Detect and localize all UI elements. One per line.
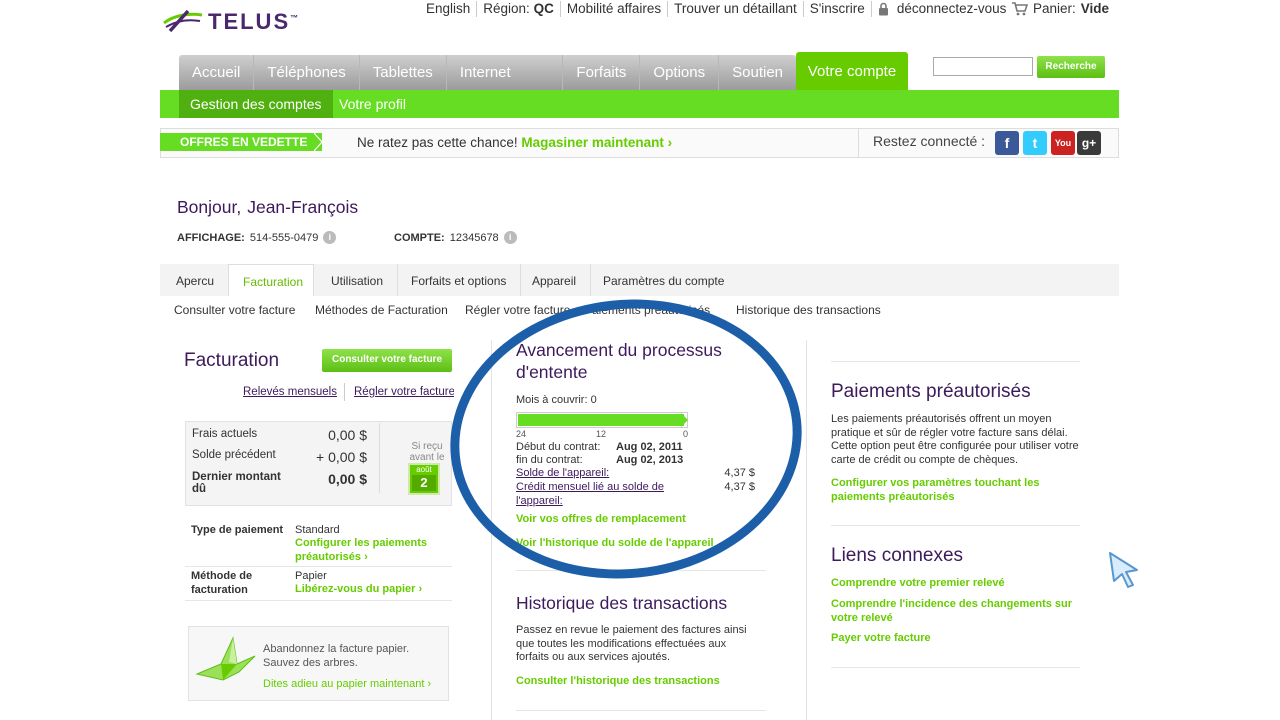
related-link-first-statement[interactable]: Comprendre votre premier relevé — [831, 577, 1005, 589]
previous-balance-value: + 0,00 $ — [316, 449, 367, 465]
current-charges-label: Frais actuels — [192, 428, 258, 440]
billing-method-label: Méthode de facturation — [191, 570, 253, 596]
nav-tab-phones[interactable]: Téléphones — [254, 55, 360, 91]
subnav-account-management[interactable]: Gestion des comptes — [179, 90, 333, 118]
related-link-pay-bill[interactable]: Payer votre facture — [831, 632, 931, 644]
tab-plans-options[interactable]: Forfaits et options — [397, 264, 522, 296]
promo-tag-chevron-icon — [314, 133, 323, 151]
nav-tab-your-account[interactable]: Votre compte — [796, 52, 908, 91]
lock-icon — [878, 2, 888, 16]
account-subnav: Gestion des comptes Votre profil — [160, 90, 1119, 118]
account-number: COMPTE: 12345678 i — [394, 231, 517, 244]
view-bill-button[interactable]: Consulter votre facture — [322, 349, 452, 372]
go-paperless-link[interactable]: Libérez-vous du papier › — [295, 583, 422, 595]
payment-type-label: Type de paiement — [191, 524, 284, 536]
related-links-title: Liens connexes — [831, 545, 964, 566]
monthly-statements-link[interactable]: Relevés mensuels — [243, 386, 337, 398]
twitter-icon[interactable]: t — [1023, 131, 1047, 155]
main-nav: Accueil Téléphones Tablettes Internet mo… — [179, 55, 796, 117]
cart-link[interactable]: Panier: Vide — [1012, 1, 1109, 16]
preauth-title: Paiements préautorisés — [831, 381, 1031, 402]
preauth-text: Les paiements préautorisés offrent un mo… — [831, 413, 1079, 466]
tab-billing[interactable]: Facturation — [228, 264, 314, 296]
greeting: Bonjour, Jean-François — [177, 197, 359, 217]
display-number: AFFICHAGE: 514-555-0479 i — [177, 231, 337, 244]
find-retailer-link[interactable]: Trouver un détaillant — [668, 1, 804, 17]
search-button[interactable]: Recherche — [1037, 56, 1105, 78]
billing-method-value: Papier — [295, 570, 327, 582]
language-link[interactable]: English — [420, 1, 478, 17]
stay-connected-label: Restez connecté : — [858, 129, 985, 157]
business-link[interactable]: Mobilité affaires — [561, 1, 669, 17]
featured-offers-tag: OFFRES EN VEDETTE — [160, 133, 322, 151]
last-amount-due-label: Dernier montant dû — [192, 471, 281, 495]
shop-now-link[interactable]: Magasiner maintenant › — [521, 135, 672, 150]
transactions-title: Historique des transactions — [516, 593, 728, 613]
configure-preauth-link[interactable]: Configurer les paiements préautorisés › — [295, 537, 445, 564]
tab-account-settings[interactable]: Paramètres du compte — [589, 264, 738, 296]
subnav-your-profile[interactable]: Votre profil — [328, 90, 417, 118]
facebook-icon[interactable]: f — [995, 131, 1019, 155]
previous-balance-label: Solde précédent — [192, 449, 276, 461]
nav-tab-tablets[interactable]: Tablettes — [360, 55, 447, 91]
info-icon[interactable]: i — [503, 231, 517, 244]
section-divider — [831, 525, 1080, 526]
telus-logo[interactable]: TELUS™ — [162, 6, 300, 38]
related-link-changes-impact[interactable]: Comprendre l'incidence des changements s… — [831, 598, 1081, 625]
last-amount-due-value: 0,00 $ — [328, 471, 367, 487]
nav-tab-mobile-internet[interactable]: Internet mobile — [447, 55, 564, 117]
summary-divider — [379, 423, 380, 493]
cart-icon — [1012, 1, 1028, 15]
configure-preauth-settings-link[interactable]: Configurer vos paramètres touchant les p… — [831, 477, 1061, 504]
region-selector[interactable]: Région: QC — [477, 1, 561, 17]
subtab-transaction-history[interactable]: Historique des transactions — [736, 303, 881, 317]
search-input[interactable] — [933, 57, 1033, 76]
paperless-promo-link[interactable]: Dites adieu au papier maintenant › — [263, 678, 431, 690]
promo-message: Ne ratez pas cette chance! Magasiner mai… — [357, 135, 673, 150]
logout-link[interactable]: déconnectez-vous — [872, 1, 1013, 17]
tab-overview[interactable]: Apercu — [162, 264, 230, 296]
billing-title: Facturation — [184, 350, 280, 371]
due-date-text: Si reçu avant le — [409, 441, 445, 463]
top-utility-nav: English Région: QC Mobilité affaires Tro… — [420, 1, 1012, 17]
section-divider — [831, 667, 1080, 668]
due-date-badge: août 2 — [408, 463, 440, 495]
logo-text: TELUS™ — [208, 9, 301, 34]
signup-link[interactable]: S'inscrire — [804, 1, 872, 17]
link-divider — [344, 383, 345, 401]
customer-name: Jean-François — [247, 197, 359, 217]
info-icon[interactable]: i — [323, 231, 337, 244]
section-divider — [185, 566, 452, 567]
transactions-text: Passez en revue le paiement des factures… — [516, 624, 747, 663]
nav-tab-plans[interactable]: Forfaits — [563, 55, 641, 91]
current-charges-value: 0,00 $ — [328, 427, 367, 443]
google-plus-icon[interactable]: g+ — [1077, 131, 1101, 155]
view-transactions-link[interactable]: Consulter l'historique des transactions — [516, 675, 720, 687]
pay-bill-link[interactable]: Régler votre facture — [354, 386, 454, 398]
tab-usage[interactable]: Utilisation — [317, 264, 399, 296]
youtube-icon[interactable]: You — [1051, 131, 1075, 155]
subtab-view-bill[interactable]: Consulter votre facture — [174, 303, 295, 317]
column-divider — [806, 340, 807, 720]
section-divider — [831, 361, 1080, 362]
paperless-promo-text: Abandonnez la facture papier. Sauvez des… — [263, 643, 410, 669]
section-divider — [185, 600, 452, 601]
mouse-cursor-icon — [1109, 552, 1138, 588]
nav-tab-support[interactable]: Soutien — [719, 55, 796, 91]
nav-tab-options[interactable]: Options — [640, 55, 720, 91]
nav-tab-home[interactable]: Accueil — [179, 55, 255, 91]
tab-device[interactable]: Appareil — [518, 264, 592, 296]
payment-type-value: Standard — [295, 524, 340, 536]
telus-logo-mark-icon — [163, 9, 203, 33]
paper-crane-icon — [195, 636, 256, 681]
subtab-billing-methods[interactable]: Méthodes de Facturation — [315, 303, 448, 317]
section-divider — [516, 710, 766, 711]
